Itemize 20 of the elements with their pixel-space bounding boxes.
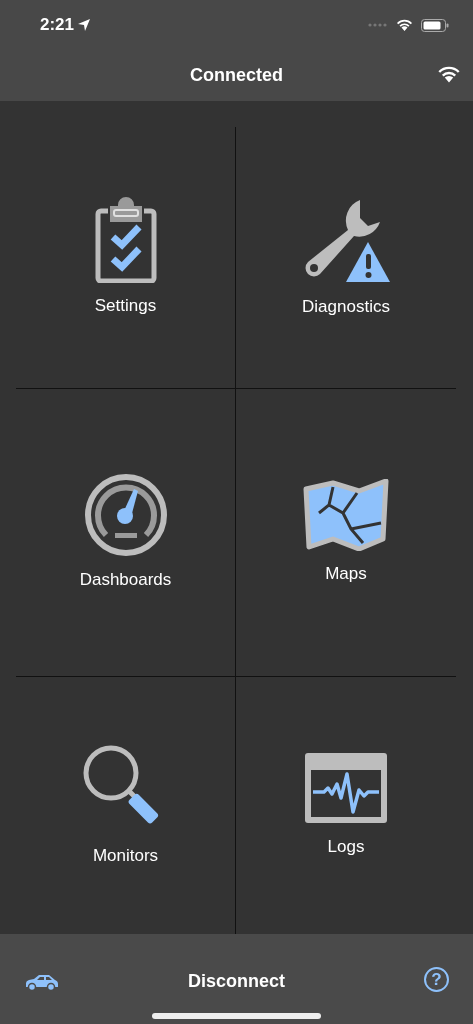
tile-label[interactable]: Maps bbox=[325, 560, 367, 587]
battery-icon bbox=[421, 18, 449, 32]
signal-icon bbox=[368, 23, 388, 27]
disconnect-button[interactable]: Disconnect bbox=[188, 968, 285, 995]
map-icon bbox=[303, 478, 389, 551]
waveform-window-icon bbox=[304, 751, 388, 824]
help-button[interactable]: ? bbox=[424, 967, 449, 992]
tile-label[interactable]: Settings bbox=[94, 292, 157, 319]
tile-label[interactable]: Logs bbox=[327, 833, 365, 860]
car-icon[interactable] bbox=[24, 974, 59, 991]
clipboard-icon bbox=[94, 196, 157, 283]
status-time: 2:21 bbox=[40, 14, 75, 37]
gauge-icon bbox=[83, 472, 168, 557]
nav-title: Connected bbox=[190, 64, 283, 87]
tile-label[interactable]: Diagnostics bbox=[302, 293, 390, 320]
wifi-icon bbox=[396, 19, 413, 31]
tile-label[interactable]: Dashboards bbox=[79, 566, 172, 593]
location-arrow-icon bbox=[78, 19, 91, 31]
wifi-icon[interactable] bbox=[437, 65, 461, 83]
tile-label[interactable]: Monitors bbox=[92, 842, 159, 869]
